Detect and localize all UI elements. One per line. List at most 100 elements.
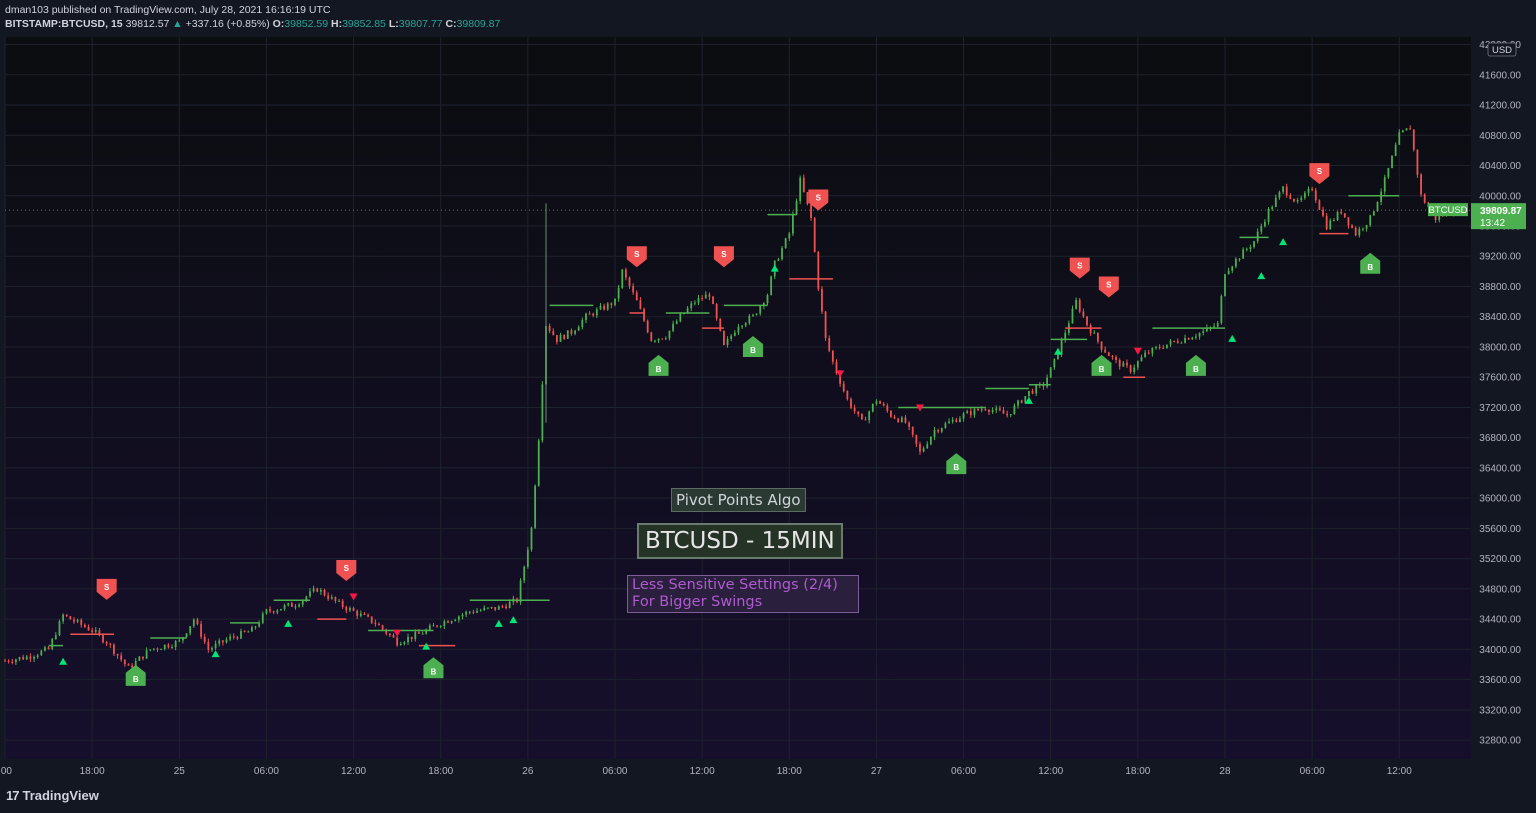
candle-body [1202,331,1205,334]
candle-body [1383,177,1386,192]
candle-body [1234,258,1237,267]
candle-body [298,604,301,607]
candle-body [871,403,874,412]
candle-body [309,591,311,597]
candle-body [1115,357,1117,360]
time-tick-label: 12:00 [341,766,366,777]
candle-body [657,338,660,341]
candle-body [998,408,1001,411]
candle-body [853,407,856,412]
buy-signal-letter: B [133,675,139,684]
candle-body [1126,362,1128,366]
time-tick-label: 18:00 [777,766,802,777]
candle-body [94,630,97,633]
settings-line-1: Less Sensitive Settings (2/4) [632,577,838,593]
price-chart[interactable]: BBBBBBBBSSSSSSSS 42000.0041600.0041200.0… [0,0,1536,783]
price-tick-label: 34800.00 [1479,584,1521,595]
candle-body [915,434,918,445]
candle-body [1340,211,1343,214]
candle-body [29,656,32,659]
candle-body [76,619,79,622]
candle-body [167,644,170,648]
candle-body [955,419,958,423]
candle-body [505,606,507,609]
candle-body [726,338,729,345]
buy-signal-letter: B [1193,365,1199,374]
candle-body [984,409,987,411]
sell-signal-letter: S [344,564,350,573]
candle-body [781,248,783,260]
candle-body [1165,344,1168,349]
candle-body [1260,226,1263,232]
candle-body [185,633,188,638]
candle-body [1180,342,1183,344]
tradingview-logo[interactable]: 17 TradingView [6,788,99,803]
candle-body [737,326,740,333]
price-tick-label: 38000.00 [1479,342,1521,353]
candle-body [1191,337,1194,340]
candle-body [806,192,809,205]
candle-body [174,641,177,648]
candle-body [1336,211,1339,221]
candle-body [893,416,896,419]
candle-body [537,440,540,486]
candle-body [218,640,221,644]
candle-body [857,411,860,414]
candle-body [1006,413,1009,416]
candle-body [588,313,591,315]
sell-signal-letter: S [1106,280,1112,289]
candle-body [490,606,493,608]
candle-body [418,632,420,634]
candle-body [1155,347,1157,349]
candle-body [316,588,319,592]
candle-body [1303,192,1306,198]
candle-body [1296,200,1299,202]
candle-body [821,288,823,312]
price-tick-label: 41200.00 [1479,101,1521,112]
candle-body [1049,367,1052,378]
candle-body [643,309,645,321]
candle-body [574,330,576,334]
candle-body [378,623,380,626]
candle-body [828,338,831,351]
candle-body [113,644,115,654]
time-tick-label: 06:00 [951,766,976,777]
candle-body [603,305,606,310]
candle-body [1412,129,1415,150]
candle-body [802,177,805,193]
time-tick-label: 12:00 [690,766,715,777]
candle-body [1060,340,1063,355]
candle-body [1249,247,1252,249]
time-tick-label: 06:00 [602,766,627,777]
candle-body [675,321,678,324]
candle-body [697,298,700,303]
candle-body [207,641,210,650]
candle-body [196,619,199,624]
candle-body [1162,347,1165,349]
candle-body [265,609,268,614]
candle-body [1238,258,1241,260]
candle-body [566,330,569,339]
candle-body [399,643,402,646]
candle-body [102,634,104,643]
sell-signal-letter: S [634,250,640,259]
candle-body [1264,221,1266,227]
candle-body [1380,191,1383,202]
time-tick-label: 27 [871,766,883,777]
buy-signal-letter: B [750,346,756,355]
price-tick-label: 40400.00 [1479,161,1521,172]
candle-body [1351,225,1353,228]
candle-body [14,659,17,663]
candle-body [439,625,442,627]
candle-body [334,597,337,601]
candle-body [211,648,213,650]
buy-signal-letter: B [431,667,437,676]
candle-body [1020,400,1023,403]
candle-body [904,417,907,423]
candle-body [280,608,282,611]
algo-label: Pivot Points Algo [671,488,806,512]
time-tick-label: :00 [0,766,12,777]
tradingview-brand: TradingView [22,788,99,803]
candle-body [1129,365,1132,373]
candle-body [1387,167,1390,178]
